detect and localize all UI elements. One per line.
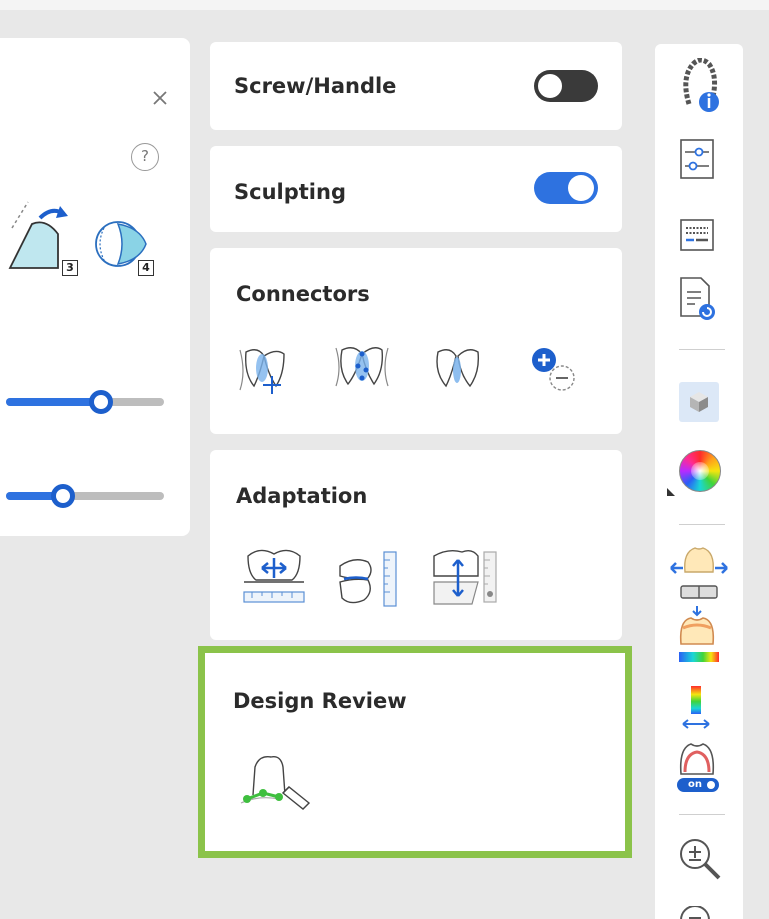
toolbar-separator	[679, 814, 725, 815]
slider-knob[interactable]	[88, 390, 113, 414]
sculpting-toggle[interactable]	[534, 172, 598, 204]
color-wheel-center	[691, 462, 709, 480]
sliders-settings-icon[interactable]	[679, 138, 715, 180]
zoom-in-icon[interactable]	[677, 836, 723, 882]
margin-line-pen-icon[interactable]	[239, 751, 313, 817]
left-tool-panel: ? 3 4	[0, 38, 190, 536]
toolbar-separator	[679, 349, 725, 350]
tool-badge-4: 4	[138, 260, 154, 276]
connectors-title: Connectors	[236, 282, 370, 306]
design-review-title: Design Review	[233, 689, 407, 713]
close-icon[interactable]	[150, 88, 170, 108]
cube-view-icon[interactable]	[679, 382, 719, 422]
zoom-fit-icon[interactable]	[677, 906, 723, 919]
connector-add-remove-icon[interactable]	[528, 344, 584, 394]
screw-handle-title: Screw/Handle	[234, 74, 397, 98]
tooth-expand-icon[interactable]	[669, 544, 729, 602]
document-refresh-icon[interactable]	[679, 276, 719, 322]
slider-1[interactable]	[6, 387, 164, 414]
sculpting-card: Sculpting	[210, 146, 622, 232]
design-review-card: Design Review	[198, 646, 632, 858]
top-band	[0, 0, 769, 10]
toggle-knob	[568, 175, 594, 201]
toolbar-separator	[679, 524, 725, 525]
color-scale-icon[interactable]	[679, 684, 713, 730]
connector-move-icon[interactable]	[236, 344, 290, 396]
color-wheel-icon[interactable]	[679, 450, 721, 492]
slider-knob[interactable]	[50, 484, 75, 508]
adaptation-card: Adaptation	[210, 450, 622, 640]
slider-2[interactable]	[6, 481, 164, 508]
sculpting-title: Sculpting	[234, 180, 346, 204]
adaptation-title: Adaptation	[236, 484, 368, 508]
connector-edit-icon[interactable]	[334, 344, 390, 392]
adaptation-horizontal-icon[interactable]	[242, 546, 306, 606]
on-toggle-label: on	[688, 779, 702, 790]
keyboard-icon[interactable]	[679, 218, 715, 252]
arch-info-icon[interactable]	[679, 58, 723, 114]
help-icon[interactable]: ?	[131, 143, 159, 171]
tooth-heatmap-icon[interactable]	[673, 604, 727, 666]
screw-handle-card: Screw/Handle	[210, 42, 622, 130]
connectors-card: Connectors	[210, 248, 622, 434]
adaptation-gap-icon[interactable]	[432, 546, 500, 608]
tool-badge-3: 3	[62, 260, 78, 276]
connector-simple-icon[interactable]	[432, 346, 484, 392]
dropdown-corner-icon	[667, 488, 675, 496]
screw-handle-toggle[interactable]	[534, 70, 598, 102]
right-toolbar: on	[655, 44, 743, 919]
slider-fill	[6, 398, 101, 406]
adaptation-vertical-icon[interactable]	[334, 548, 402, 610]
toggle-knob	[537, 73, 563, 99]
